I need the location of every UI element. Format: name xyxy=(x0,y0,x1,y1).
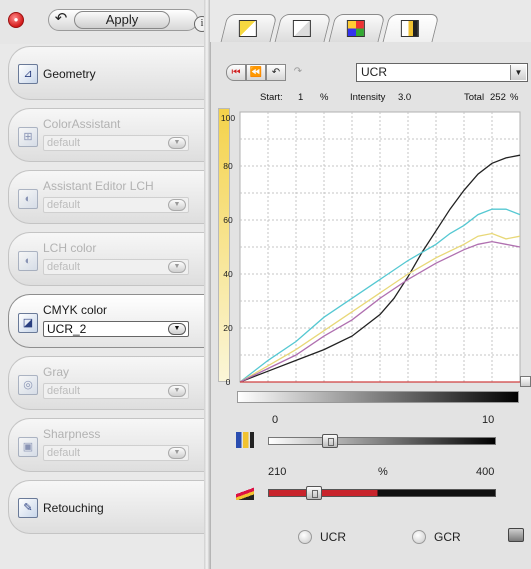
intensity-slider-max: 400 xyxy=(476,466,495,478)
chevron-down-icon: ▼ xyxy=(168,137,186,149)
module-preset-value: default xyxy=(47,137,81,149)
ucr-slider-min: 0 xyxy=(272,414,279,426)
intensity-slider-icon xyxy=(236,484,254,500)
module-lch-color[interactable]: ◐ LCH color default ▼ xyxy=(8,232,204,286)
ucr-curve-chart[interactable]: 100806040200100806040200 xyxy=(218,108,531,408)
intensity-value: 3.0 xyxy=(398,92,412,103)
ucr-radio[interactable] xyxy=(298,530,312,544)
module-sharpness[interactable]: ▣ Sharpness default ▼ xyxy=(8,418,204,472)
gcr-radio-label: GCR xyxy=(434,530,461,544)
redo-curve-button[interactable]: ↷ xyxy=(288,64,308,81)
module-preset-value: default xyxy=(47,385,81,397)
start-unit: % xyxy=(320,92,329,103)
intensity-label: Intensity xyxy=(350,92,386,103)
geometry-icon: ⊿ xyxy=(18,64,38,84)
tab-strip xyxy=(214,6,531,44)
undo-icon[interactable]: ↶ xyxy=(52,10,70,28)
module-cmyk-color[interactable]: ◪ CMYK color UCR_2 ▼ xyxy=(8,294,204,348)
y-tick-label: 100 xyxy=(221,113,235,123)
module-title: CMYK color xyxy=(43,303,108,317)
undo-curve-button[interactable]: ↶ xyxy=(266,64,286,81)
module-preset-value: default xyxy=(47,447,81,459)
module-preset-select: default ▼ xyxy=(43,383,189,399)
sharpness-icon: ▣ xyxy=(18,437,38,457)
module-preset-select: default ▼ xyxy=(43,135,189,151)
ucr-slider-max: 10 xyxy=(482,414,495,426)
module-preset-value: UCR_2 xyxy=(47,322,87,336)
curve-yellow-icon xyxy=(238,20,257,37)
y-tick-label: 80 xyxy=(223,161,233,171)
ucr-slider-thumb[interactable] xyxy=(321,434,338,448)
module-preset-select: default ▼ xyxy=(43,445,189,461)
separation-mode-value: UCR xyxy=(361,65,387,79)
previous-curve-button[interactable]: ⏪ xyxy=(246,64,266,81)
y-tick-label: 0 xyxy=(226,377,231,387)
retouching-brush-icon: ✎ xyxy=(18,498,38,518)
y-tick-label: 20 xyxy=(223,323,233,333)
module-preset-value: default xyxy=(47,261,81,273)
cmyk-tab-icon xyxy=(400,20,419,37)
cmyk-color-icon: ◪ xyxy=(18,313,38,333)
tab-cmyk[interactable] xyxy=(382,14,440,42)
color-palette-icon xyxy=(346,20,365,37)
intensity-slider-unit: % xyxy=(378,466,388,478)
gray-icon: ◎ xyxy=(18,375,38,395)
curve-toolbar: ⏮ ⏪ ↶ ↷ xyxy=(226,64,310,82)
module-title: Retouching xyxy=(43,501,104,515)
module-preset-value: default xyxy=(47,199,81,211)
start-value: 1 xyxy=(298,92,304,103)
tab-curve-1[interactable] xyxy=(220,14,278,42)
y-tick-label: 40 xyxy=(223,269,233,279)
intensity-slider-min: 210 xyxy=(268,466,287,478)
chevron-down-icon: ▼ xyxy=(168,385,186,397)
color-assistant-icon: ⊞ xyxy=(18,127,38,147)
module-preset-select[interactable]: UCR_2 ▼ xyxy=(43,321,189,337)
module-preset-select: default ▼ xyxy=(43,197,189,213)
chevron-down-icon[interactable]: ▼ xyxy=(510,65,526,80)
module-title: Geometry xyxy=(43,67,96,81)
tab-curve-2[interactable] xyxy=(274,14,332,42)
module-preset-select: default ▼ xyxy=(43,259,189,275)
y-tick-label: 60 xyxy=(223,215,233,225)
printer-icon[interactable] xyxy=(508,528,524,542)
chevron-down-icon[interactable]: ▼ xyxy=(168,323,186,335)
module-title: Sharpness xyxy=(43,427,101,441)
ucr-slider-track[interactable] xyxy=(268,437,496,445)
ucr-slider-icon xyxy=(236,432,254,448)
module-title: Assistant Editor LCH xyxy=(43,179,154,193)
module-retouching[interactable]: ✎ Retouching xyxy=(8,480,204,534)
total-value: 252 xyxy=(490,92,506,103)
intensity-slider-track[interactable] xyxy=(268,489,496,497)
total-unit: % xyxy=(510,92,519,103)
module-sidebar: ⊿ Geometry ⊞ ColorAssistant default ▼ ◐ Assista… xyxy=(0,44,206,569)
chevron-down-icon: ▼ xyxy=(168,261,186,273)
apply-button[interactable]: Apply xyxy=(74,11,170,29)
module-assistant-editor-lch[interactable]: ◐ Assistant Editor LCH default ▼ xyxy=(8,170,204,224)
module-title: LCH color xyxy=(43,241,97,255)
module-colorassistant[interactable]: ⊞ ColorAssistant default ▼ xyxy=(8,108,204,162)
intensity-slider-thumb[interactable] xyxy=(305,486,322,500)
tab-color[interactable] xyxy=(328,14,386,42)
start-label: Start: xyxy=(260,92,283,103)
ucr-radio-label: UCR xyxy=(320,530,346,544)
chevron-down-icon: ▼ xyxy=(168,199,186,211)
chevron-down-icon: ▼ xyxy=(168,447,186,459)
close-button[interactable]: ● xyxy=(8,12,24,28)
stats-readout: Start: 1 % Intensity 3.0 Total 252 % xyxy=(214,92,526,106)
separation-mode-select[interactable]: UCR ▼ xyxy=(356,63,528,82)
total-label: Total xyxy=(464,92,485,103)
lch-color-icon: ◐ xyxy=(18,251,38,271)
reset-curve-button[interactable]: ⏮ xyxy=(226,64,246,81)
module-geometry[interactable]: ⊿ Geometry xyxy=(8,46,204,100)
assistant-editor-icon: ◐ xyxy=(18,189,38,209)
module-title: ColorAssistant xyxy=(43,117,121,131)
gcr-radio[interactable] xyxy=(412,530,426,544)
module-gray[interactable]: ◎ Gray default ▼ xyxy=(8,356,204,410)
gray-gradient-strip xyxy=(237,391,519,403)
chart-scroll-handle[interactable] xyxy=(520,376,531,387)
module-title: Gray xyxy=(43,365,70,379)
curve-white-icon xyxy=(292,20,311,37)
